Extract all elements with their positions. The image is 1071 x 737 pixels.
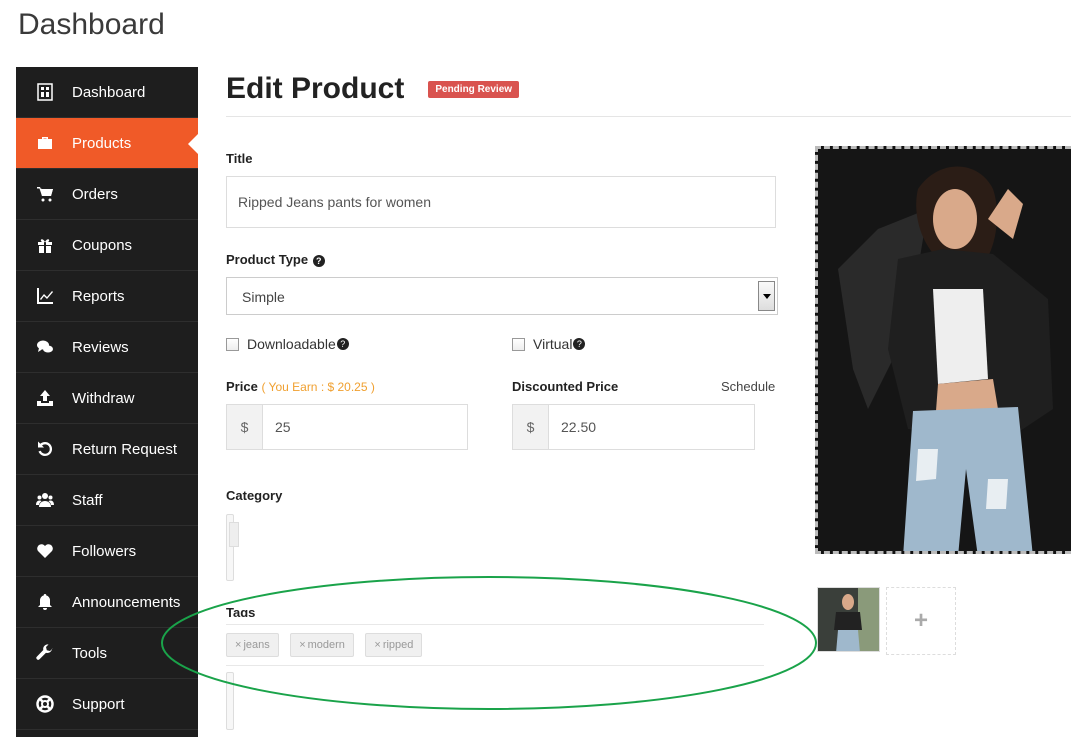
tags-list-scroll[interactable] (226, 672, 234, 730)
sidebar-item-label: Support (72, 695, 125, 713)
comments-icon (16, 338, 72, 356)
title-input-value: Ripped Jeans pants for women (238, 194, 431, 210)
schedule-link[interactable]: Schedule (721, 379, 775, 394)
downloadable-label: Downloadable (247, 336, 336, 352)
tag-remove-icon[interactable]: × (299, 639, 305, 651)
sidebar-item-label: Staff (72, 491, 103, 509)
chevron-down-icon (758, 281, 775, 311)
price-label-text: Price (226, 379, 258, 394)
bell-icon (16, 593, 72, 611)
sidebar-item-label: Withdraw (72, 389, 135, 407)
help-icon[interactable]: ? (573, 338, 586, 350)
tags-label: Tags (226, 605, 256, 617)
discount-label: Discounted Price (512, 379, 619, 394)
lifebuoy-icon (16, 695, 72, 713)
discount-input[interactable]: $ 22.50 (512, 404, 755, 450)
sidebar-item-label: Products (72, 134, 132, 152)
sidebar-item-label: Orders (72, 185, 118, 203)
tag-text: modern (307, 639, 345, 651)
virtual-label: Virtual (533, 336, 573, 352)
product-type-select[interactable]: Simple (226, 277, 778, 315)
sidebar-item-support[interactable]: Support (16, 679, 198, 730)
title-row: Edit Product Pending Review (226, 67, 1071, 111)
sidebar-item-reports[interactable]: Reports (16, 271, 198, 322)
sidebar-item-label: Announcements (72, 593, 181, 611)
sidebar-item-withdraw[interactable]: Withdraw (16, 373, 198, 424)
sidebar-item-label: Reviews (72, 338, 129, 356)
gift-icon (16, 236, 72, 254)
virtual-checkbox[interactable]: Virtual ? (512, 336, 586, 352)
sidebar-item-label: Coupons (72, 236, 133, 254)
edit-product-form: Edit Product Pending Review Title Ripped… (226, 67, 1071, 730)
sidebar-item-products[interactable]: Products (16, 118, 199, 169)
sidebar-item-label: Return Request (72, 440, 178, 458)
sidebar-item-staff[interactable]: Staff (16, 475, 198, 526)
users-icon (16, 491, 72, 509)
category-scroll-handle[interactable] (229, 522, 239, 547)
sidebar-item-orders[interactable]: Orders (16, 169, 198, 220)
product-type-label: Product Type ? (226, 252, 325, 267)
product-photo-graphic (818, 149, 1071, 551)
product-image[interactable] (815, 146, 1071, 554)
thumbnail-graphic (818, 588, 879, 651)
page-heading: Dashboard (18, 8, 165, 41)
sidebar-item-reviews[interactable]: Reviews (16, 322, 198, 373)
price-label: Price ( You Earn : $ 20.25 ) (226, 379, 375, 394)
title-divider (226, 116, 1071, 117)
price-value: 25 (275, 419, 291, 435)
page-title: Edit Product (226, 72, 405, 105)
sidebar-item-tools[interactable]: Tools (16, 628, 198, 679)
sidebar-item-announcements[interactable]: Announcements (16, 577, 198, 628)
currency-addon: $ (513, 405, 549, 449)
tag-chip[interactable]: × ripped (365, 633, 423, 657)
status-badge: Pending Review (428, 80, 520, 98)
price-earn-note: ( You Earn : $ 20.25 ) (261, 380, 375, 394)
checkbox-box[interactable] (512, 337, 525, 351)
wrench-icon (16, 644, 72, 662)
downloadable-checkbox[interactable]: Downloadable ? (226, 336, 349, 352)
undo-icon (16, 440, 72, 458)
title-label: Title (226, 151, 253, 166)
sidebar-item-coupons[interactable]: Coupons (16, 220, 198, 271)
category-label: Category (226, 488, 283, 503)
sidebar-item-label: Tools (72, 644, 108, 662)
title-input[interactable]: Ripped Jeans pants for women (226, 176, 776, 228)
tags-input[interactable]: × jeans × modern × ripped (226, 624, 764, 666)
checkbox-box[interactable] (226, 337, 239, 351)
heart-icon (16, 542, 72, 560)
upload-icon (16, 389, 72, 407)
sidebar-item-return-request[interactable]: Return Request (16, 424, 198, 475)
tag-chip[interactable]: × jeans (226, 633, 279, 657)
tag-text: ripped (382, 639, 414, 651)
briefcase-icon (16, 134, 72, 152)
sidebar-item-label: Dashboard (72, 83, 146, 101)
sidebar-item-label: Reports (72, 287, 125, 305)
product-type-label-text: Product Type (226, 252, 309, 267)
add-image-button[interactable]: + (886, 587, 956, 655)
tag-text: jeans (243, 639, 270, 651)
price-input[interactable]: $ 25 (226, 404, 468, 450)
product-thumbnail[interactable] (817, 587, 880, 652)
sidebar: Dashboard Products Orders Coupons Report… (16, 67, 199, 737)
tag-remove-icon[interactable]: × (235, 639, 241, 651)
sidebar-item-followers[interactable]: Followers (16, 526, 198, 577)
dashboard-icon (16, 83, 72, 101)
help-icon[interactable]: ? (336, 338, 349, 350)
cart-icon (16, 185, 72, 203)
chart-line-icon (16, 287, 72, 305)
sidebar-item-label: Followers (72, 542, 137, 560)
tag-remove-icon[interactable]: × (374, 639, 380, 651)
tag-chip[interactable]: × modern (290, 633, 354, 657)
product-type-value: Simple (242, 289, 285, 305)
sidebar-item-dashboard[interactable]: Dashboard (16, 67, 198, 118)
currency-addon: $ (227, 405, 263, 449)
discount-value: 22.50 (561, 419, 597, 435)
help-icon[interactable]: ? (312, 255, 325, 267)
